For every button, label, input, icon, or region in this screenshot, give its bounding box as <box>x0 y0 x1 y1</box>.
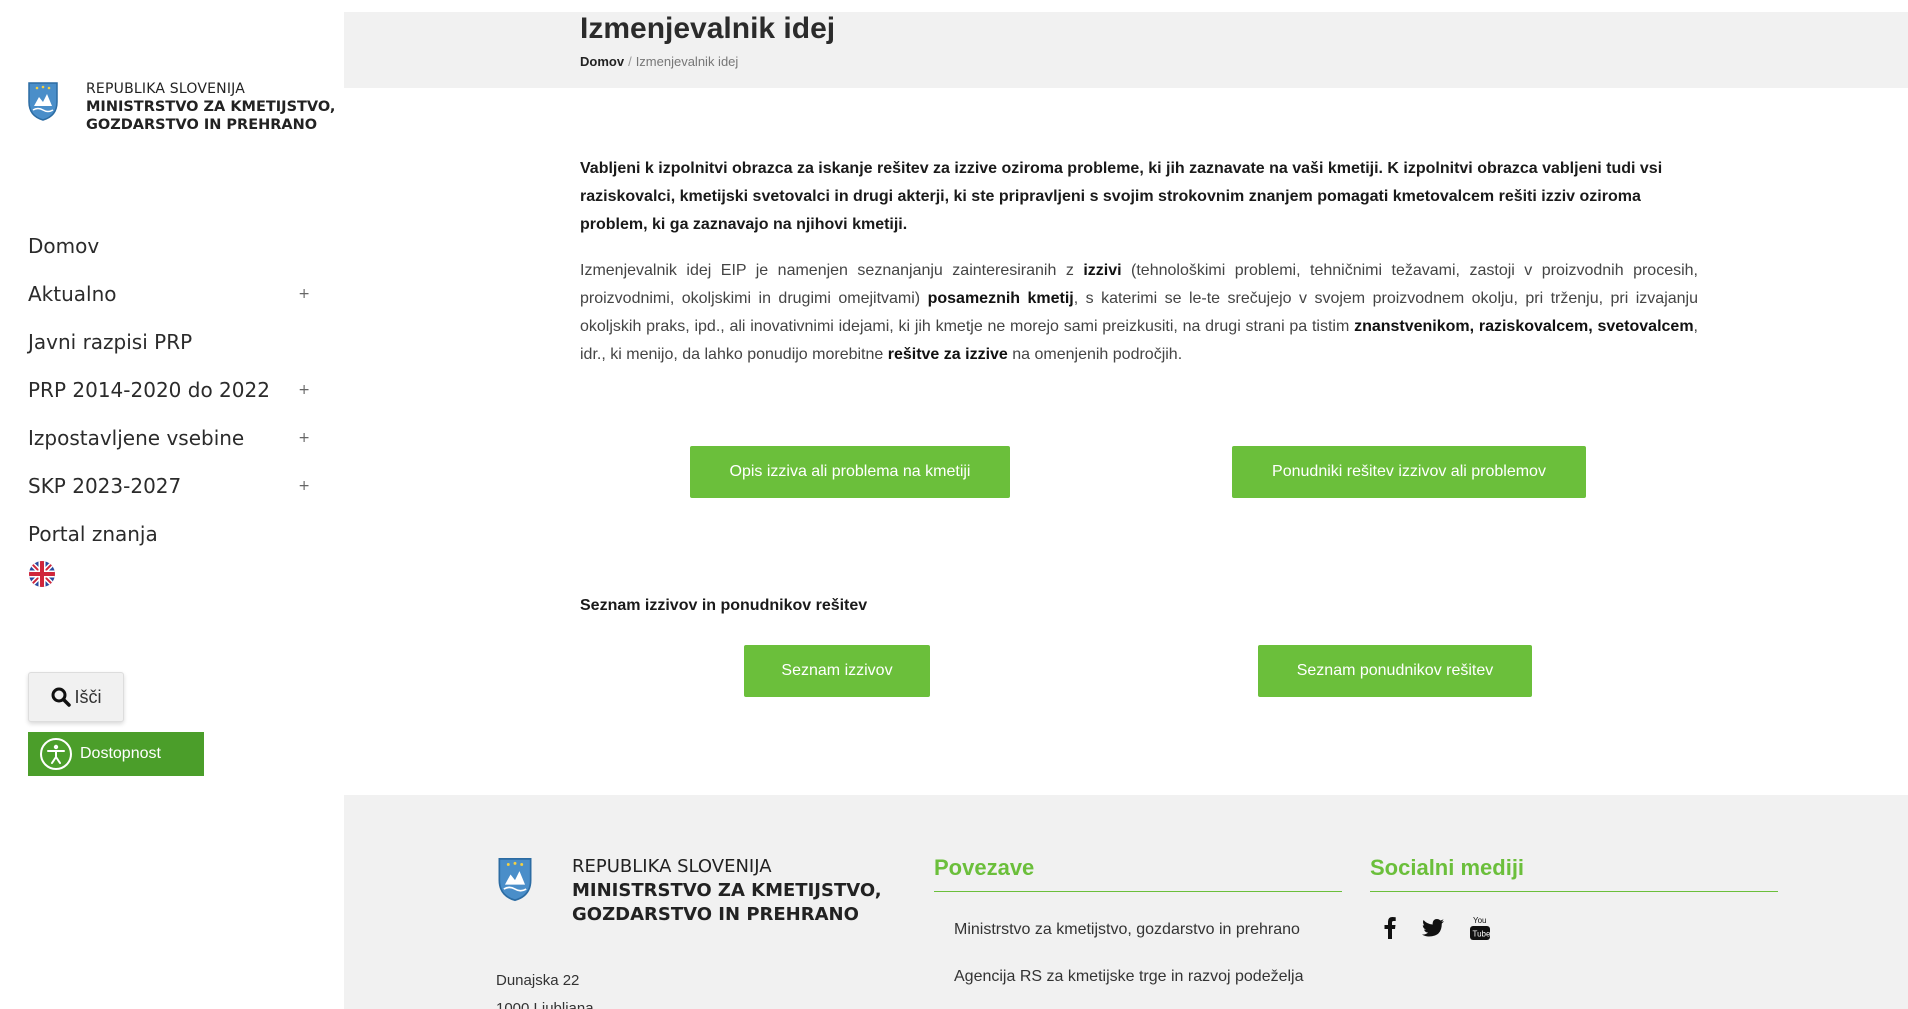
nav-label: Aktualno <box>28 282 117 306</box>
intro-bold-part: rešitve za izzive <box>887 346 1008 363</box>
svg-text:Tube: Tube <box>1473 930 1491 939</box>
challenges-list-button[interactable]: Seznam izzivov <box>744 645 930 697</box>
footer-link-agency[interactable]: Agencija RS za kmetijske trge in razvoj … <box>954 968 1304 986</box>
logo-text: REPUBLIKA SLOVENIJA MINISTRSTVO ZA KMETI… <box>86 80 335 134</box>
page-title: Izmenjevalnik idej <box>580 12 836 45</box>
intro-bold-part: posameznih kmetij <box>927 290 1074 307</box>
breadcrumb-separator: / <box>628 54 632 69</box>
social-icons: You Tube <box>1384 915 1490 941</box>
svg-text:You: You <box>1473 916 1487 925</box>
nav-label: Izpostavljene vsebine <box>28 426 245 450</box>
intro-bold-part: izzivi <box>1083 262 1122 279</box>
nav-item-aktualno[interactable]: Aktualno + <box>28 270 318 318</box>
intro-paragraph: Izmenjevalnik idej EIP je namenjen sezna… <box>580 257 1698 369</box>
nav-item-javni-razpisi[interactable]: Javni razpisi PRP <box>28 318 318 366</box>
page: REPUBLIKA SLOVENIJA MINISTRSTVO ZA KMETI… <box>0 0 1908 1009</box>
intro-bold-paragraph: Vabljeni k izpolnitvi obrazca za iskanje… <box>580 160 1663 233</box>
ministry-logo[interactable]: REPUBLIKA SLOVENIJA MINISTRSTVO ZA KMETI… <box>26 80 335 134</box>
slovenia-crest-icon <box>498 858 532 902</box>
nav-label: Domov <box>28 234 100 258</box>
footer-social-title: Socialni mediji <box>1370 855 1778 892</box>
footer-address: Dunajska 22 1000 Ljubljana <box>496 967 594 1009</box>
nav-label: Javni razpisi PRP <box>28 330 193 354</box>
list-heading: Seznam izzivov in ponudnikov rešitev <box>580 597 868 614</box>
footer-logo-line-3: GOZDARSTVO IN PREHRANO <box>572 904 859 925</box>
footer-logo-line-1: REPUBLIKA SLOVENIJA <box>572 856 772 877</box>
twitter-icon[interactable] <box>1422 919 1444 937</box>
intro-text-part: Izmenjevalnik idej EIP je namenjen sezna… <box>580 262 1084 279</box>
footer: REPUBLIKA SLOVENIJA MINISTRSTVO ZA KMETI… <box>344 795 1908 1009</box>
intro-bold-part: znanstvenikom, raziskovalcem, svetovalce… <box>1354 318 1694 335</box>
expand-plus-icon[interactable]: + <box>298 478 310 494</box>
footer-logo-line-2: MINISTRSTVO ZA KMETIJSTVO, <box>572 880 882 901</box>
describe-challenge-button[interactable]: Opis izziva ali problema na kmetiji <box>690 446 1010 498</box>
nav-item-skp-2023-2027[interactable]: SKP 2023-2027 + <box>28 462 318 510</box>
nav-item-izpostavljene-vsebine[interactable]: Izpostavljene vsebine + <box>28 414 318 462</box>
breadcrumb-current: Izmenjevalnik idej <box>635 54 739 69</box>
solution-providers-button[interactable]: Ponudniki rešitev izzivov ali problemov <box>1232 446 1586 498</box>
expand-plus-icon[interactable]: + <box>298 382 310 398</box>
youtube-icon[interactable]: You Tube <box>1470 915 1490 941</box>
slovenia-crest-icon <box>28 82 58 121</box>
search-label: Išči <box>74 686 102 707</box>
sidebar: REPUBLIKA SLOVENIJA MINISTRSTVO ZA KMETI… <box>0 0 344 1009</box>
intro-text-part: na omenjenih področjih. <box>1007 346 1183 363</box>
main-nav: Domov Aktualno + Javni razpisi PRP PRP 20… <box>28 222 318 558</box>
search-button[interactable]: Išči <box>28 672 124 722</box>
expand-plus-icon[interactable]: + <box>298 286 310 302</box>
nav-item-portal-znanja[interactable]: Portal znanja <box>28 510 318 558</box>
nav-item-domov[interactable]: Domov <box>28 222 318 270</box>
nav-item-prp-2014-2020[interactable]: PRP 2014-2020 do 2022 + <box>28 366 318 414</box>
breadcrumb: Domov / Izmenjevalnik idej <box>580 54 738 69</box>
breadcrumb-home-link[interactable]: Domov <box>580 54 624 69</box>
accessibility-button[interactable]: Dostopnost <box>28 732 204 776</box>
expand-plus-icon[interactable]: + <box>298 430 310 446</box>
nav-label: PRP 2014-2020 do 2022 <box>28 378 270 402</box>
accessibility-label: Dostopnost <box>80 745 161 762</box>
providers-list-button[interactable]: Seznam ponudnikov rešitev <box>1258 645 1532 697</box>
address-line-1: Dunajska 22 <box>496 972 580 989</box>
footer-logo-text: REPUBLIKA SLOVENIJA MINISTRSTVO ZA KMETI… <box>572 855 882 927</box>
accessibility-icon <box>40 738 72 770</box>
uk-flag-icon[interactable] <box>28 560 56 588</box>
footer-link-ministry[interactable]: Ministrstvo za kmetijstvo, gozdarstvo in… <box>954 921 1300 939</box>
logo-line-1: REPUBLIKA SLOVENIJA <box>86 81 246 97</box>
main-content: Vabljeni k izpolnitvi obrazca za iskanje… <box>580 155 1698 369</box>
address-line-2: 1000 Ljubljana <box>496 1000 594 1009</box>
search-icon <box>51 687 71 707</box>
page-header: Izmenjevalnik idej Domov / Izmenjevalnik i… <box>344 12 1908 88</box>
footer-links-title: Povezave <box>934 855 1342 892</box>
nav-label: Portal znanja <box>28 522 158 546</box>
facebook-icon[interactable] <box>1384 917 1396 939</box>
logo-line-2: MINISTRSTVO ZA KMETIJSTVO, <box>86 99 336 115</box>
nav-label: SKP 2023-2027 <box>28 474 182 498</box>
footer-logo[interactable]: REPUBLIKA SLOVENIJA MINISTRSTVO ZA KMETI… <box>496 855 882 927</box>
logo-line-3: GOZDARSTVO IN PREHRANO <box>86 117 318 133</box>
